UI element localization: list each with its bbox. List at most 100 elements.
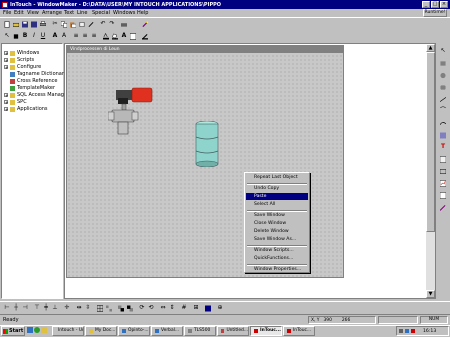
line-color-icon[interactable] (102, 32, 110, 40)
bold-icon[interactable]: B (21, 32, 29, 40)
text-color-icon[interactable]: A (120, 32, 128, 40)
expand-icon[interactable]: + (4, 65, 8, 70)
redo-icon[interactable]: ↷ (108, 20, 116, 28)
text-tool-icon[interactable] (439, 131, 447, 139)
menu-edit[interactable]: Edit (14, 10, 24, 16)
menu-special[interactable]: Special (92, 10, 110, 16)
ellipse-tool-icon[interactable] (439, 71, 447, 79)
flip-vertical-icon[interactable]: ⇕ (168, 304, 176, 312)
taskbar-button-tls500[interactable]: TLS500 (184, 326, 216, 336)
wizard-icon[interactable] (141, 20, 149, 28)
menu-item-save-window[interactable]: Save Window (246, 212, 308, 219)
pointer-icon[interactable]: ↖ (3, 32, 11, 40)
align-right-edges-icon[interactable]: ⊣ (21, 304, 29, 312)
cut-icon[interactable]: ✂ (51, 20, 59, 28)
scroll-up-button[interactable]: ▲ (426, 44, 435, 52)
menu-item-select-all[interactable]: Select All (246, 201, 308, 208)
erase-icon[interactable] (87, 20, 95, 28)
menu-item-quickfunctions[interactable]: QuickFunctions... (246, 255, 308, 262)
trend-tool-icon[interactable] (439, 179, 447, 187)
tree-item-scripts[interactable]: + Scripts (4, 57, 34, 63)
paste-icon[interactable] (69, 20, 77, 28)
align-tops-icon[interactable]: ⊤ (33, 304, 41, 312)
zoom-icon[interactable]: ⊕ (216, 304, 224, 312)
outlook-icon[interactable] (41, 327, 47, 333)
duplicate-icon[interactable] (78, 20, 86, 28)
copy-icon[interactable] (60, 20, 68, 28)
make-cell-icon[interactable] (96, 304, 104, 312)
space-horizontal-icon[interactable]: ⇹ (75, 304, 83, 312)
tree-item-cross-reference[interactable]: Cross Reference (10, 78, 57, 84)
start-button[interactable]: Start (1, 326, 25, 336)
expand-icon[interactable]: + (4, 51, 8, 56)
fill-color-icon[interactable] (12, 32, 20, 40)
tree-item-configure[interactable]: + Configure (4, 64, 41, 70)
underline-icon[interactable]: U (39, 32, 47, 40)
realtime-trend-tool-icon[interactable] (439, 191, 447, 199)
taskbar-button-my-documents[interactable]: My Doc... (85, 326, 117, 336)
menu-arrange[interactable]: Arrange (42, 10, 62, 16)
pen-icon[interactable] (141, 32, 149, 40)
maximize-button[interactable]: □ (431, 1, 439, 8)
close-button[interactable]: × (440, 1, 448, 8)
taskbar-button-intouch-active[interactable]: InTouc... (250, 326, 282, 336)
break-cell-icon[interactable] (105, 304, 113, 312)
align-center-icon[interactable]: ≡ (81, 32, 89, 40)
taskbar-button-intouch-untitled[interactable]: Intouch - Untit... (52, 326, 84, 336)
grid-icon[interactable]: # (180, 304, 188, 312)
menu-view[interactable]: View (27, 10, 39, 16)
expand-icon[interactable]: + (4, 58, 8, 63)
menu-item-window-scripts[interactable]: Window Scripts... (246, 247, 308, 254)
bring-to-front-icon[interactable] (117, 304, 125, 312)
network-icon[interactable] (405, 329, 409, 333)
expand-icon[interactable]: + (4, 107, 8, 112)
button-tool-icon[interactable] (439, 167, 447, 175)
drum-graphic[interactable] (195, 121, 219, 167)
align-centers-icon[interactable]: ┼ (12, 304, 20, 312)
volume-icon[interactable] (399, 329, 403, 333)
menu-line[interactable]: Line (77, 10, 87, 16)
tree-item-spc[interactable]: + SPC (4, 99, 27, 105)
antivirus-icon[interactable] (411, 329, 415, 333)
vertical-scrollbar[interactable]: ▲ ▼ (426, 44, 435, 298)
select-tool-icon[interactable]: ↖ (439, 47, 447, 55)
valve-graphic[interactable] (108, 84, 158, 138)
menu-item-save-window-as[interactable]: Save Window As... (246, 236, 308, 243)
bitmap-tool-icon[interactable] (439, 155, 447, 163)
menu-windows[interactable]: Windows (113, 10, 135, 16)
taskbar-button-intouch-2[interactable]: InTouc... (283, 326, 315, 336)
save-all-icon[interactable] (30, 20, 38, 28)
flip-horizontal-icon[interactable]: ⇔ (159, 304, 167, 312)
full-screen-icon[interactable] (204, 304, 212, 312)
rotate-icon[interactable]: ⟳ (138, 304, 146, 312)
print-preview-icon[interactable] (120, 20, 128, 28)
rotate-ccw-icon[interactable]: ⟲ (147, 304, 155, 312)
tree-item-tagname-dictionary[interactable]: Tagname Dictionary (10, 71, 67, 77)
send-to-back-icon[interactable] (126, 304, 134, 312)
fill-bucket-icon[interactable] (111, 32, 119, 40)
wizard-tool-icon[interactable] (439, 203, 447, 211)
space-vertical-icon[interactable]: ⇳ (84, 304, 92, 312)
menu-text[interactable]: Text (64, 10, 74, 16)
menu-file[interactable]: File (3, 10, 11, 16)
polygon-tool-icon[interactable] (439, 119, 447, 127)
align-middles-icon[interactable]: ╪ (42, 304, 50, 312)
snap-icon[interactable]: ⊞ (192, 304, 200, 312)
menu-item-paste[interactable]: Paste (246, 193, 308, 200)
scroll-down-button[interactable]: ▼ (426, 290, 435, 298)
menu-item-undo-copy[interactable]: Undo Copy (246, 185, 308, 192)
tree-item-windows[interactable]: + Windows (4, 50, 39, 56)
menu-help[interactable]: Help (137, 10, 148, 16)
align-left-icon[interactable]: ≡ (72, 32, 80, 40)
align-center-points-icon[interactable]: ✛ (63, 304, 71, 312)
align-right-icon[interactable]: ≡ (90, 32, 98, 40)
taskbar-button-untitled[interactable]: Untitled... (217, 326, 249, 336)
align-left-edges-icon[interactable]: ⊢ (3, 304, 11, 312)
menu-item-delete-window[interactable]: Delete Window (246, 228, 308, 235)
design-window-title-bar[interactable]: Vindprocessen di Leun (67, 46, 343, 53)
minimize-button[interactable]: _ (422, 1, 430, 8)
taskbar-button-verbal[interactable]: Verbal... (151, 326, 183, 336)
font-larger-icon[interactable]: A (51, 32, 59, 40)
tree-item-templatemaker[interactable]: TemplateMaker (10, 85, 55, 91)
window-color-icon[interactable] (129, 32, 137, 40)
